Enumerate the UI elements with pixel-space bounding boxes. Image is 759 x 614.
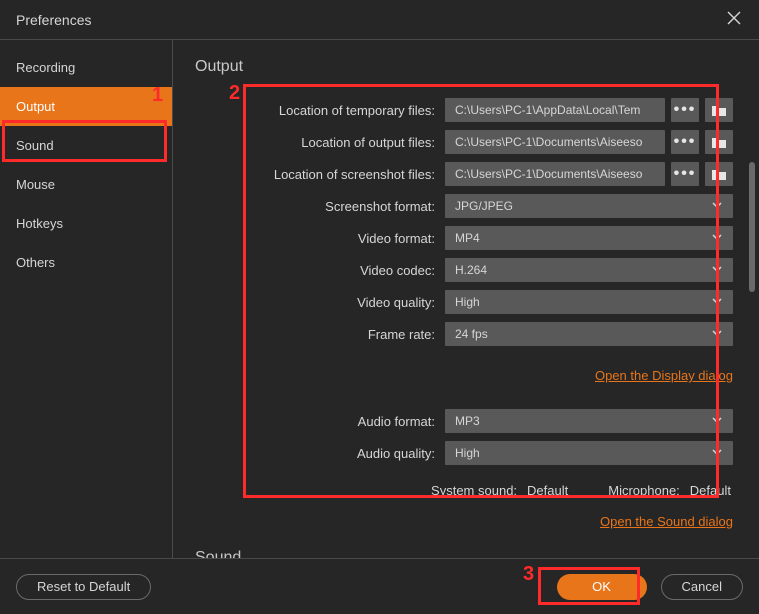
input-screenshot-location[interactable]: C:\Users\PC-1\Documents\Aiseeso [445, 162, 665, 186]
label-screenshot-format: Screenshot format: [193, 199, 445, 214]
sidebar-item-mouse[interactable]: Mouse [0, 165, 172, 204]
close-icon[interactable] [721, 5, 747, 34]
ellipsis-icon: ••• [674, 139, 697, 145]
section-title-output: Output [195, 58, 733, 76]
folder-icon [711, 103, 727, 117]
select-video-quality[interactable]: High [445, 290, 733, 314]
chevron-down-icon [711, 414, 723, 429]
browse-more-button-screenshot[interactable]: ••• [671, 162, 699, 186]
label-system-sound: System sound: [431, 483, 517, 498]
label-output-location: Location of output files: [193, 135, 445, 150]
chevron-down-icon [711, 199, 723, 214]
label-screenshot-location: Location of screenshot files: [193, 167, 445, 182]
cancel-button[interactable]: Cancel [661, 574, 743, 600]
select-audio-format[interactable]: MP3 [445, 409, 733, 433]
sidebar-item-others[interactable]: Others [0, 243, 172, 282]
sidebar-item-recording[interactable]: Recording [0, 48, 172, 87]
sidebar-item-hotkeys[interactable]: Hotkeys [0, 204, 172, 243]
open-sound-dialog-link[interactable]: Open the Sound dialog [600, 514, 733, 529]
label-video-quality: Video quality: [193, 295, 445, 310]
browse-more-button-output[interactable]: ••• [671, 130, 699, 154]
sidebar-item-sound[interactable]: Sound [0, 126, 172, 165]
chevron-down-icon [711, 263, 723, 278]
select-value: High [455, 295, 480, 309]
input-temp-location[interactable]: C:\Users\PC-1\AppData\Local\Tem [445, 98, 665, 122]
input-output-location[interactable]: C:\Users\PC-1\Documents\Aiseeso [445, 130, 665, 154]
open-folder-button-output[interactable] [705, 130, 733, 154]
label-temp-location: Location of temporary files: [193, 103, 445, 118]
open-display-dialog-link[interactable]: Open the Display dialog [595, 368, 733, 383]
label-frame-rate: Frame rate: [193, 327, 445, 342]
select-value: JPG/JPEG [455, 199, 513, 213]
select-screenshot-format[interactable]: JPG/JPEG [445, 194, 733, 218]
ellipsis-icon: ••• [674, 171, 697, 177]
chevron-down-icon [711, 327, 723, 342]
select-video-format[interactable]: MP4 [445, 226, 733, 250]
select-value: H.264 [455, 263, 487, 277]
folder-icon [711, 167, 727, 181]
browse-more-button-temp[interactable]: ••• [671, 98, 699, 122]
chevron-down-icon [711, 295, 723, 310]
ok-button[interactable]: OK [557, 574, 647, 600]
reset-to-default-button[interactable]: Reset to Default [16, 574, 151, 600]
select-value: MP4 [455, 231, 480, 245]
main-panel: Output 2 Location of temporary files: C:… [173, 40, 759, 558]
select-value: MP3 [455, 414, 480, 428]
sidebar: Recording Output Sound Mouse Hotkeys Oth… [0, 40, 173, 558]
folder-icon [711, 135, 727, 149]
label-microphone: Microphone: [608, 483, 680, 498]
chevron-down-icon [711, 231, 723, 246]
annotation-number-3: 3 [523, 563, 534, 586]
label-video-format: Video format: [193, 231, 445, 246]
value-microphone: Default [690, 483, 731, 498]
window-title: Preferences [16, 12, 91, 28]
section-title-sound: Sound [195, 549, 733, 558]
select-video-codec[interactable]: H.264 [445, 258, 733, 282]
select-audio-quality[interactable]: High [445, 441, 733, 465]
value-system-sound: Default [527, 483, 568, 498]
label-audio-format: Audio format: [193, 414, 445, 429]
open-folder-button-temp[interactable] [705, 98, 733, 122]
sidebar-item-output[interactable]: Output [0, 87, 172, 126]
scrollbar-thumb[interactable] [749, 162, 755, 292]
open-folder-button-screenshot[interactable] [705, 162, 733, 186]
label-audio-quality: Audio quality: [193, 446, 445, 461]
select-value: High [455, 446, 480, 460]
chevron-down-icon [711, 446, 723, 461]
select-frame-rate[interactable]: 24 fps [445, 322, 733, 346]
ellipsis-icon: ••• [674, 107, 697, 113]
label-video-codec: Video codec: [193, 263, 445, 278]
select-value: 24 fps [455, 327, 488, 341]
